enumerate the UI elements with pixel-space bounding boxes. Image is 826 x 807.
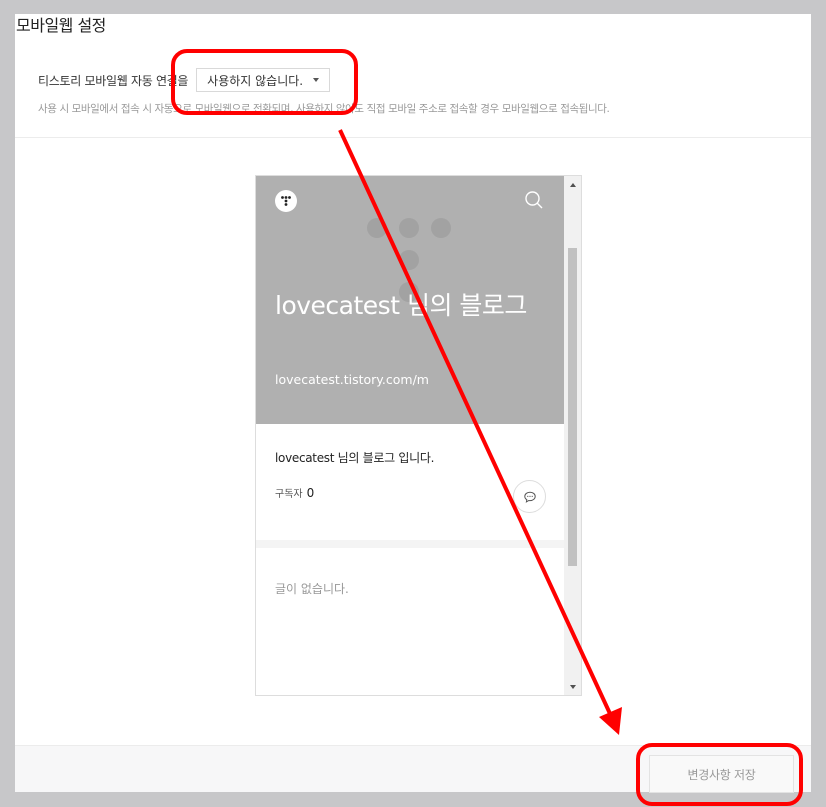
preview-blog-description: lovecatest 님의 블로그 입니다. [275, 451, 435, 465]
scroll-thumb[interactable] [568, 248, 577, 566]
mobile-auto-connect-select[interactable]: 사용하지 않습니다. [196, 68, 331, 92]
search-icon[interactable] [524, 190, 544, 210]
deco-dot [367, 218, 387, 238]
preview-blog-title: lovecatest 님의 블로그 [275, 291, 527, 320]
scroll-down-icon[interactable] [564, 678, 581, 695]
preview-profile: lovecatest 님의 블로그 입니다. 구독자 0 [256, 424, 564, 540]
setting-description: 사용 시 모바일에서 접속 시 자동으로 모바일웹으로 전환되며, 사용하지 않… [38, 103, 610, 115]
preview-separator [256, 540, 564, 548]
title-strip [15, 14, 811, 43]
select-value: 사용하지 않습니다. [207, 73, 304, 88]
subscriber-label: 구독자 [275, 489, 303, 500]
section-divider [15, 137, 811, 138]
preview-scrollbar[interactable] [564, 176, 581, 695]
mobile-auto-connect-label: 티스토리 모바일웹 자동 연결을 [38, 73, 189, 88]
deco-dot [431, 218, 451, 238]
preview-blog-url: lovecatest.tistory.com/m [275, 372, 429, 387]
tistory-logo-icon [275, 190, 297, 212]
deco-dot [399, 218, 419, 238]
deco-dot [399, 250, 419, 270]
chevron-down-icon [313, 78, 320, 82]
preview-empty-posts: 글이 없습니다. [275, 582, 349, 596]
scroll-up-icon[interactable] [564, 176, 581, 193]
preview-hero: lovecatest 님의 블로그 lovecatest.tistory.com… [256, 176, 564, 424]
subscriber-count: 구독자 0 [275, 485, 314, 500]
chat-bubble-icon[interactable] [513, 480, 546, 513]
page-title: 모바일웹 설정 [16, 16, 106, 35]
mobile-preview: lovecatest 님의 블로그 lovecatest.tistory.com… [255, 175, 582, 696]
save-changes-button[interactable]: 변경사항 저장 [649, 755, 794, 793]
subscriber-value: 0 [306, 486, 315, 500]
mobile-auto-connect-row: 티스토리 모바일웹 자동 연결을 사용하지 않습니다. [38, 68, 331, 92]
